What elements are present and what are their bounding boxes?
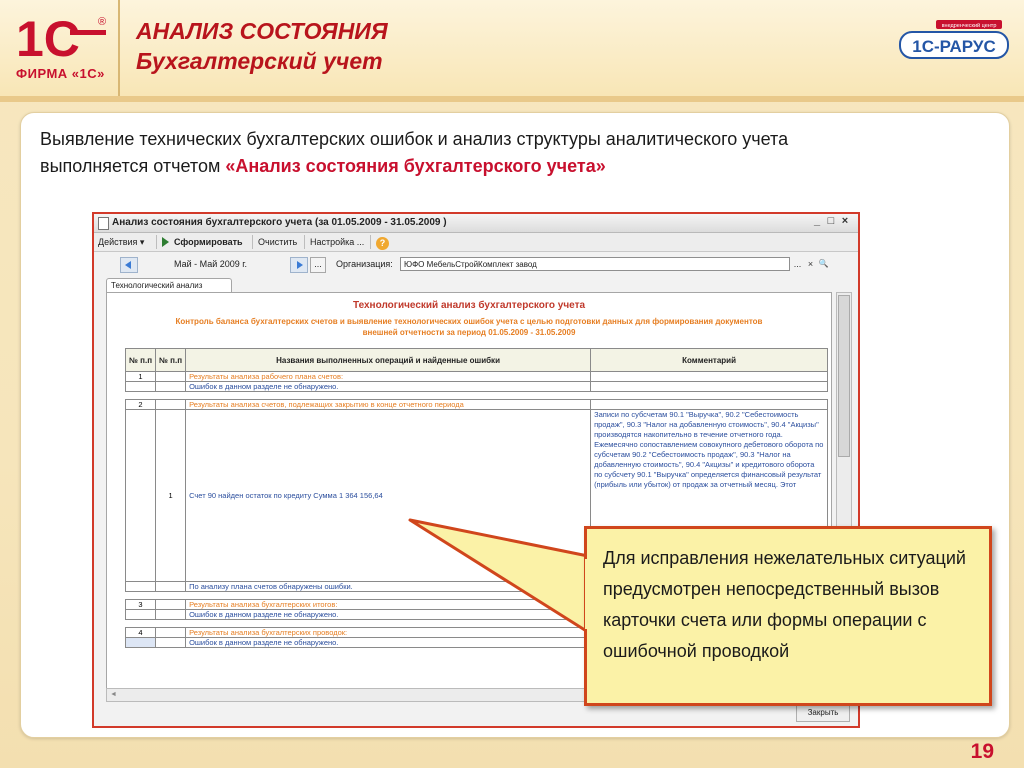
parameters-row: Май - Май 2009 г. ... Организация: ЮФО М…: [94, 254, 858, 276]
column-header: Комментарий: [590, 348, 829, 372]
settings-button[interactable]: Настройка ...: [310, 237, 364, 247]
slide-header: 1С ® ФИРМА «1С» АНАЛИЗ СОСТОЯНИЯ Бухгалт…: [0, 0, 1024, 102]
section-heading[interactable]: Результаты анализа счетов, подлежащих за…: [185, 399, 592, 410]
scroll-left-arrow-icon[interactable]: ◄: [110, 691, 117, 698]
toolbar-separator: [252, 235, 253, 249]
close-window-button[interactable]: ×: [838, 215, 852, 227]
result-text[interactable]: По анализу плана счетов обнаружены ошибк…: [185, 581, 592, 592]
report-subtitle-line1: Контроль баланса бухгалтерских счетов и …: [175, 317, 763, 326]
sub-number: [155, 399, 187, 410]
sub-number: [155, 371, 187, 382]
comment-cell: [590, 371, 829, 382]
comment-cell: [590, 381, 829, 392]
row-number: 4: [124, 627, 157, 638]
help-icon[interactable]: ?: [376, 237, 389, 250]
row-number: [124, 409, 157, 582]
svg-text:1С: 1С: [16, 11, 80, 62]
1c-logo-mark: 1С: [16, 11, 106, 62]
section-heading[interactable]: Результаты анализа рабочего плана счетов…: [185, 371, 592, 382]
svg-text:1С-РАРУС: 1С-РАРУС: [912, 37, 995, 56]
result-text[interactable]: Ошибок в данном разделе не обнаружено.: [185, 637, 592, 648]
actions-menu[interactable]: Действия ▾: [98, 237, 144, 248]
table-row[interactable]: 2 Результаты анализа счетов, подлежащих …: [124, 399, 829, 410]
period-next-button[interactable]: [290, 257, 308, 273]
column-header: № п.п: [124, 348, 157, 372]
sub-number: 1: [155, 409, 187, 582]
period-select-button[interactable]: ...: [310, 257, 326, 273]
toolbar-separator: [370, 235, 371, 249]
row-number: [124, 381, 157, 392]
sub-number: [155, 627, 187, 638]
comment-cell: [590, 399, 829, 410]
registered-mark: ®: [98, 16, 107, 28]
page-number: 19: [970, 740, 994, 763]
organization-clear-button[interactable]: ×: [805, 257, 816, 271]
play-icon: [162, 237, 169, 247]
maximize-button[interactable]: □: [824, 215, 838, 227]
toolbar-separator: [156, 235, 157, 249]
column-header: № п.п: [155, 348, 187, 372]
window-toolbar: Действия ▾ Сформировать Очистить Настрой…: [94, 233, 858, 252]
clear-button[interactable]: Очистить: [258, 237, 297, 247]
table-row[interactable]: Ошибок в данном разделе не обнаружено.: [124, 381, 829, 392]
sub-number: [155, 637, 187, 648]
period-text: Май - Май 2009 г.: [174, 259, 247, 269]
1c-logo: 1С ® ФИРМА «1С»: [14, 10, 114, 82]
organization-label: Организация:: [336, 259, 393, 269]
firm-name: ФИРМА «1С»: [16, 66, 105, 81]
row-number[interactable]: [124, 637, 157, 648]
slide-subtitle: Бухгалтерский учет: [136, 48, 383, 74]
row-number: [124, 609, 157, 620]
result-text[interactable]: Ошибок в данном разделе не обнаружено.: [185, 609, 592, 620]
row-number: 3: [124, 599, 157, 610]
row-number: [124, 581, 157, 592]
organization-field[interactable]: ЮФО МебельСтройКомплект завод: [400, 257, 790, 271]
sub-number: [155, 609, 187, 620]
sub-number: [155, 599, 187, 610]
svg-text:внедренческий центр: внедренческий центр: [942, 22, 997, 29]
scrollbar-thumb[interactable]: [838, 295, 850, 457]
slide-title: АНАЛИЗ СОСТОЯНИЯ: [136, 18, 388, 44]
minimize-button[interactable]: _: [810, 215, 824, 227]
close-button[interactable]: Закрыть: [796, 704, 850, 722]
search-icon[interactable]: 🔍: [818, 257, 829, 271]
report-name-highlight: «Анализ состояния бухгалтерского учета»: [225, 156, 606, 176]
rarus-logo: внедренческий центр 1С-РАРУС: [899, 20, 1009, 59]
window-titlebar: Анализ состояния бухгалтерского учета (з…: [94, 214, 858, 233]
row-number: 2: [124, 399, 157, 410]
tab-technological-analysis[interactable]: Технологический анализ: [106, 278, 232, 293]
organization-select-button[interactable]: ...: [792, 257, 803, 271]
generate-button[interactable]: Сформировать: [174, 237, 243, 247]
intro-paragraph: Выявление технических бухгалтерских ошиб…: [40, 126, 800, 180]
result-text[interactable]: Ошибок в данном разделе не обнаружено.: [185, 381, 592, 392]
error-text[interactable]: Счет 90 найден остаток по кредиту Сумма …: [185, 409, 592, 582]
report-subtitle: Контроль баланса бухгалтерских счетов и …: [119, 316, 819, 338]
row-number: 1: [124, 371, 157, 382]
sub-number: [155, 381, 187, 392]
section-heading[interactable]: Результаты анализа бухгалтерских проводо…: [185, 627, 592, 638]
report-subtitle-line2: внешней отчетности за период 01.05.2009 …: [362, 328, 576, 337]
section-heading[interactable]: Результаты анализа бухгалтерских итогов:: [185, 599, 592, 610]
spacer-row: [125, 391, 828, 400]
callout-box: Для исправления нежелательных ситуаций п…: [584, 526, 992, 706]
window-title: Анализ состояния бухгалтерского учета (з…: [112, 217, 447, 228]
period-prev-button[interactable]: [120, 257, 138, 273]
sub-number: [155, 581, 187, 592]
report-title: Технологический анализ бухгалтерского уч…: [352, 300, 586, 311]
toolbar-separator: [304, 235, 305, 249]
column-header: Названия выполненных операций и найденны…: [185, 348, 592, 372]
header-divider: [118, 0, 120, 96]
window-controls: _ □ ×: [810, 215, 852, 227]
document-icon: [98, 217, 109, 230]
table-row[interactable]: 1 Результаты анализа рабочего плана счет…: [124, 371, 829, 382]
